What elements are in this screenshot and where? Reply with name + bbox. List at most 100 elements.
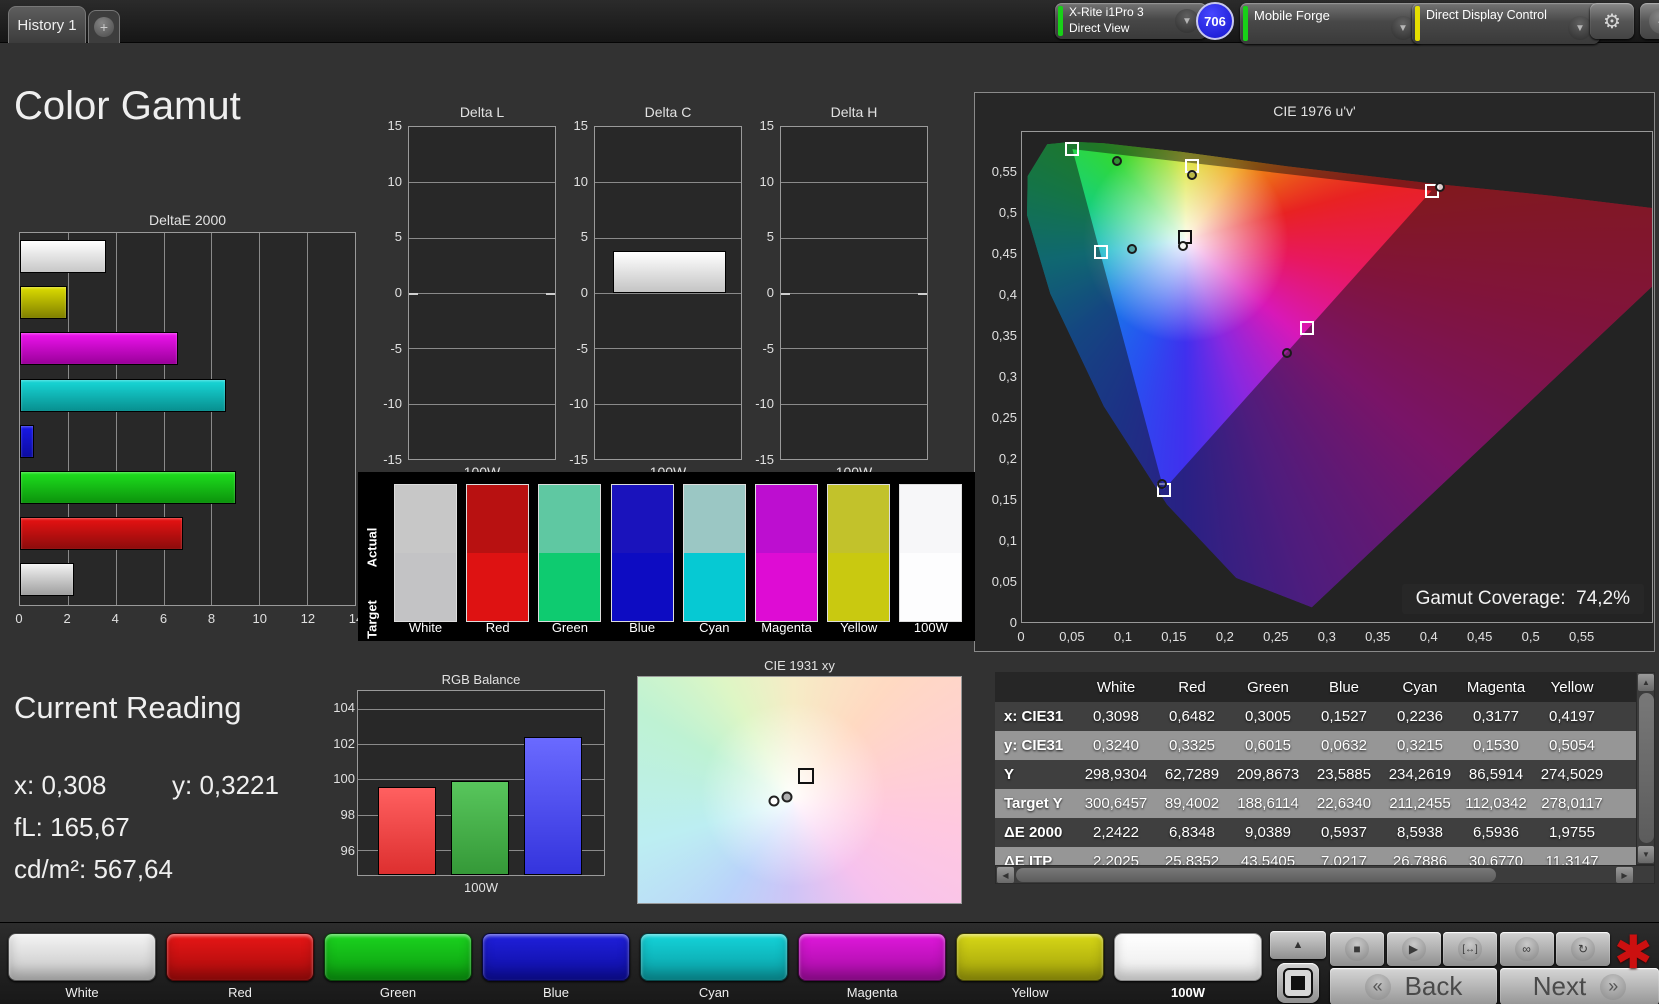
table-cell: 22,6340 [1316, 795, 1372, 812]
loop-button[interactable]: ∞ [1499, 932, 1554, 966]
deltae-x-tick: 6 [159, 611, 168, 626]
cie-markers [1022, 132, 1652, 622]
arrow-up-icon: ▲ [1292, 939, 1304, 951]
table-cell: 7,0217 [1321, 853, 1367, 865]
horizontal-scroll-thumb[interactable] [1016, 868, 1496, 882]
deltae-x-tick: 0 [15, 611, 23, 626]
table-header-cell: Yellow [1550, 678, 1594, 696]
table-cell: 9,0389 [1245, 824, 1291, 841]
table-cell: 0,1527 [1321, 708, 1367, 725]
gridline [595, 293, 741, 294]
swatch-red [466, 484, 530, 622]
table-row: Target Y 300,6457 89,4002 188,6114 22,6340 21… [995, 789, 1636, 818]
table-cell: 30,6770 [1468, 853, 1524, 865]
pattern-control-bar: White Red Green Blue Cyan Magenta Yellow 100W ▲… [0, 922, 1659, 1004]
swatch-label: 100W [913, 620, 948, 635]
table-row-label: Target Y [1004, 795, 1063, 812]
table-cell: 0,1530 [1473, 737, 1519, 754]
step-button[interactable]: [↔] [1443, 932, 1497, 966]
cie1931-chart [637, 676, 962, 904]
scroll-right-icon[interactable]: ▶ [1616, 867, 1633, 883]
repeat-icon: ↻ [1571, 937, 1595, 961]
magenta-target [1300, 321, 1315, 335]
chevrons-left-icon: « [1364, 973, 1391, 1000]
rgb-balance-chart [357, 690, 605, 876]
pattern-button-magenta[interactable] [798, 933, 946, 981]
stop-button[interactable]: ■ [1330, 932, 1384, 966]
cie1976-x-tick: 0,35 [1365, 629, 1391, 644]
swatch-label: Cyan [699, 620, 730, 635]
pattern-button-100w[interactable] [1114, 933, 1262, 981]
pattern-button-yellow[interactable] [956, 933, 1104, 981]
table-cell: 6,8348 [1169, 824, 1215, 841]
table-cell: 112,0342 [1465, 795, 1527, 812]
swatch-blue [610, 484, 674, 622]
top-toolbar: History 1 + X-Rite i1Pro 3 Direct View ▼… [0, 0, 1659, 44]
cie1976-y-tick: 0,35 [991, 328, 1017, 343]
table-row: x: CIE31 0,3098 0,6482 0,3005 0,1527 0,2236 0,… [995, 702, 1636, 731]
table-horizontal-scrollbar[interactable]: ◀ ▶ [995, 865, 1655, 884]
scroll-left-icon[interactable]: ◀ [997, 867, 1014, 883]
table-cell: 0,0632 [1321, 737, 1367, 754]
cie1976-panel: CIE 1976 u'v' Gamut Coverage: 74,2% 0,55… [974, 92, 1655, 652]
meter-dropdown[interactable]: X-Rite i1Pro 3 Direct View ▼ [1055, 3, 1207, 39]
pattern-window-button[interactable] [1277, 963, 1319, 1003]
scroll-up-icon[interactable]: ▲ [1638, 674, 1654, 691]
delta-y-tick: -5 [762, 340, 774, 356]
cie1976-y-tick: 0,4 [998, 287, 1017, 302]
workflow-dropdown[interactable]: Direct Display Control ▼ [1412, 3, 1600, 44]
cie1976-y-tick: 0,55 [991, 164, 1017, 179]
settings-button[interactable]: ⚙ [1590, 3, 1634, 39]
table-row-label: Y [1004, 766, 1015, 783]
delta-bar [612, 250, 727, 293]
pattern-up-button[interactable]: ▲ [1270, 931, 1326, 959]
cie1976-x-tick: 0,55 [1568, 629, 1595, 644]
table-cell: 298,9304 [1084, 766, 1148, 783]
swatch-actual [539, 485, 601, 553]
table-cell: 188,6114 [1237, 795, 1299, 812]
table-cell: 300,6457 [1084, 795, 1148, 812]
pattern-button-green[interactable] [324, 933, 472, 981]
pattern-button-white[interactable] [8, 933, 156, 981]
table-cell: 0,3215 [1397, 737, 1443, 754]
add-tab-button[interactable]: + [88, 10, 120, 43]
rgb-bar-blue [524, 737, 582, 875]
calman-window: History 1 + X-Rite i1Pro 3 Direct View ▼… [0, 0, 1659, 1004]
loop-icon: ∞ [1514, 937, 1539, 961]
table-cell: 3 [1610, 824, 1636, 841]
delta-y-tick: -5 [576, 340, 588, 356]
pattern-button-label: Magenta [846, 985, 898, 1000]
pattern-button-cyan[interactable] [640, 933, 788, 981]
table-cell: 1,9755 [1549, 824, 1595, 841]
table-vertical-scrollbar[interactable]: ▲ ▼ [1636, 672, 1655, 865]
cie1976-y-tick: 0,45 [991, 246, 1017, 261]
gridline [409, 403, 555, 405]
cie1976-y-tick: 0 [1009, 615, 1017, 630]
pattern-button-blue[interactable] [482, 933, 630, 981]
delta-y-tick: 0 [394, 285, 402, 300]
tab-history-1[interactable]: History 1 [8, 6, 86, 43]
table-cell: 0,3177 [1473, 708, 1519, 725]
swatch-white [394, 484, 457, 622]
pattern-button-label: Blue [542, 985, 570, 1000]
play-button[interactable]: ▶ [1386, 932, 1441, 966]
step-icon: [↔] [1458, 937, 1482, 961]
pattern-button-red[interactable] [166, 933, 314, 981]
gridline [781, 403, 927, 405]
cyan-measured [1127, 243, 1138, 254]
source-dropdown[interactable]: Mobile Forge ▼ [1240, 3, 1423, 44]
table-cell: 0,3325 [1169, 737, 1215, 754]
table-row-label: y: CIE31 [1004, 737, 1064, 754]
scroll-down-icon[interactable]: ▼ [1638, 846, 1654, 863]
repeat-button[interactable]: ↻ [1556, 932, 1610, 966]
vertical-scroll-thumb[interactable] [1639, 693, 1654, 843]
collapse-toolbar-button[interactable]: ◀ [1640, 3, 1659, 39]
rgb-balance-title: RGB Balance [441, 672, 521, 687]
back-button[interactable]: « Back [1330, 968, 1497, 1004]
table-header-cell: Blue [1328, 678, 1360, 696]
cie1976-x-tick: 0,5 [1521, 629, 1540, 644]
swatch-label: White [408, 620, 443, 635]
gridline [781, 237, 927, 239]
delta-y-tick: 0 [580, 285, 588, 300]
deltae-x-tick: 8 [207, 611, 216, 626]
